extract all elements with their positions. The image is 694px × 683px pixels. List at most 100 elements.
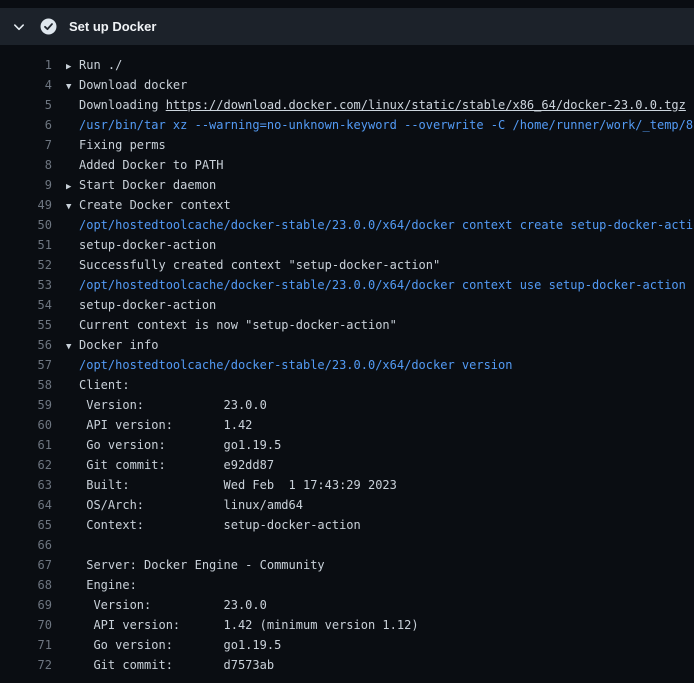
- line-content: Fixing perms: [66, 135, 166, 155]
- log-line: 59 Version: 23.0.0: [0, 395, 694, 415]
- line-content: Built: Wed Feb 1 17:43:29 2023: [66, 475, 397, 495]
- log-text: Version: 23.0.0: [79, 398, 267, 412]
- log-line: 5 Downloading https://download.docker.com…: [0, 95, 694, 115]
- log-line: 61 Go version: go1.19.5: [0, 435, 694, 455]
- line-number[interactable]: 70: [0, 615, 52, 635]
- line-content: Client:: [66, 375, 130, 395]
- line-content: Go version: go1.19.5: [66, 635, 281, 655]
- log-line: 58 Client:: [0, 375, 694, 395]
- line-number[interactable]: 7: [0, 135, 52, 155]
- line-content: Downloading https://download.docker.com/…: [66, 95, 686, 115]
- line-content: ▼Docker info: [66, 335, 158, 355]
- line-content: Git commit: d7573ab: [66, 655, 274, 675]
- line-number[interactable]: 56: [0, 335, 52, 355]
- step-header[interactable]: Set up Docker: [0, 8, 694, 45]
- group-collapsed-icon[interactable]: ▶: [66, 177, 79, 196]
- command-text: /opt/hostedtoolcache/docker-stable/23.0.…: [79, 358, 512, 372]
- log-text: OS/Arch: linux/amd64: [79, 498, 303, 512]
- line-number[interactable]: 69: [0, 595, 52, 615]
- line-number[interactable]: 58: [0, 375, 52, 395]
- log-text: Server: Docker Engine - Community: [79, 558, 325, 572]
- log-line: 69 Version: 23.0.0: [0, 595, 694, 615]
- line-content: setup-docker-action: [66, 235, 216, 255]
- line-number[interactable]: 1: [0, 55, 52, 75]
- command-text: /opt/hostedtoolcache/docker-stable/23.0.…: [79, 218, 694, 232]
- log-text: Go version: go1.19.5: [79, 438, 281, 452]
- chevron-down-icon[interactable]: [12, 20, 26, 34]
- line-number[interactable]: 49: [0, 195, 52, 215]
- line-content: Context: setup-docker-action: [66, 515, 361, 535]
- log-text: Fixing perms: [79, 138, 166, 152]
- log-text: setup-docker-action: [79, 238, 216, 252]
- line-number[interactable]: 51: [0, 235, 52, 255]
- line-number[interactable]: 68: [0, 575, 52, 595]
- group-expanded-icon[interactable]: ▼: [66, 197, 79, 216]
- line-number[interactable]: 54: [0, 295, 52, 315]
- line-content: Current context is now "setup-docker-act…: [66, 315, 397, 335]
- log-line: 50/opt/hostedtoolcache/docker-stable/23.…: [0, 215, 694, 235]
- line-number[interactable]: 60: [0, 415, 52, 435]
- log-line: 55 Current context is now "setup-docker-a…: [0, 315, 694, 335]
- line-number[interactable]: 55: [0, 315, 52, 335]
- line-number[interactable]: 64: [0, 495, 52, 515]
- group-collapsed-icon[interactable]: ▶: [66, 57, 79, 76]
- log-group-row[interactable]: 9 ▶Start Docker daemon: [0, 175, 694, 195]
- line-content: ▼Create Docker context: [66, 195, 231, 215]
- log-line: 53/opt/hostedtoolcache/docker-stable/23.…: [0, 275, 694, 295]
- log-line: 66: [0, 535, 694, 555]
- line-content: ▶Run ./: [66, 55, 122, 75]
- line-content: ▶Start Docker daemon: [66, 175, 216, 195]
- line-content: Successfully created context "setup-dock…: [66, 255, 440, 275]
- group-expanded-icon[interactable]: ▼: [66, 77, 79, 96]
- line-number[interactable]: 52: [0, 255, 52, 275]
- line-number[interactable]: 63: [0, 475, 52, 495]
- log-text: Client:: [79, 378, 130, 392]
- log-text: Downloading: [79, 98, 166, 112]
- line-number[interactable]: 72: [0, 655, 52, 675]
- log-link[interactable]: https://download.docker.com/linux/static…: [166, 98, 686, 112]
- log-text: API version: 1.42 (minimum version 1.12): [79, 618, 419, 632]
- line-number[interactable]: 67: [0, 555, 52, 575]
- log-group-row[interactable]: 56 ▼Docker info: [0, 335, 694, 355]
- group-expanded-icon[interactable]: ▼: [66, 337, 79, 356]
- line-number[interactable]: 4: [0, 75, 52, 95]
- line-number[interactable]: 57: [0, 355, 52, 375]
- line-number[interactable]: 5: [0, 95, 52, 115]
- command-text: /usr/bin/tar xz --warning=no-unknown-key…: [79, 118, 694, 132]
- line-content: [66, 535, 79, 555]
- log-text: Go version: go1.19.5: [79, 638, 281, 652]
- log-line: 68 Engine:: [0, 575, 694, 595]
- line-number[interactable]: 6: [0, 115, 52, 135]
- line-content: ▼Download docker: [66, 75, 187, 95]
- line-number[interactable]: 62: [0, 455, 52, 475]
- line-content: Version: 23.0.0: [66, 595, 267, 615]
- line-number[interactable]: 50: [0, 215, 52, 235]
- line-number[interactable]: 71: [0, 635, 52, 655]
- line-content: Git commit: e92dd87: [66, 455, 274, 475]
- log-text: Start Docker daemon: [79, 178, 216, 192]
- log-text: Context: setup-docker-action: [79, 518, 361, 532]
- log-group-row[interactable]: 4 ▼Download docker: [0, 75, 694, 95]
- line-number[interactable]: 53: [0, 275, 52, 295]
- check-circle-icon: [40, 18, 57, 35]
- line-content: /usr/bin/tar xz --warning=no-unknown-key…: [66, 115, 694, 135]
- log-text: Successfully created context "setup-dock…: [79, 258, 440, 272]
- line-number[interactable]: 61: [0, 435, 52, 455]
- step-title: Set up Docker: [69, 19, 156, 34]
- log-line: 67 Server: Docker Engine - Community: [0, 555, 694, 575]
- line-number[interactable]: 65: [0, 515, 52, 535]
- log-text: setup-docker-action: [79, 298, 216, 312]
- log-text: Added Docker to PATH: [79, 158, 224, 172]
- line-number[interactable]: 66: [0, 535, 52, 555]
- log-text: Engine:: [79, 578, 137, 592]
- log-group-row[interactable]: 1 ▶Run ./: [0, 55, 694, 75]
- line-content: setup-docker-action: [66, 295, 216, 315]
- log-text: API version: 1.42: [79, 418, 252, 432]
- log-line: 51 setup-docker-action: [0, 235, 694, 255]
- line-content: /opt/hostedtoolcache/docker-stable/23.0.…: [66, 215, 694, 235]
- log-group-row[interactable]: 49 ▼Create Docker context: [0, 195, 694, 215]
- command-text: /opt/hostedtoolcache/docker-stable/23.0.…: [79, 278, 686, 292]
- line-number[interactable]: 9: [0, 175, 52, 195]
- line-number[interactable]: 59: [0, 395, 52, 415]
- line-number[interactable]: 8: [0, 155, 52, 175]
